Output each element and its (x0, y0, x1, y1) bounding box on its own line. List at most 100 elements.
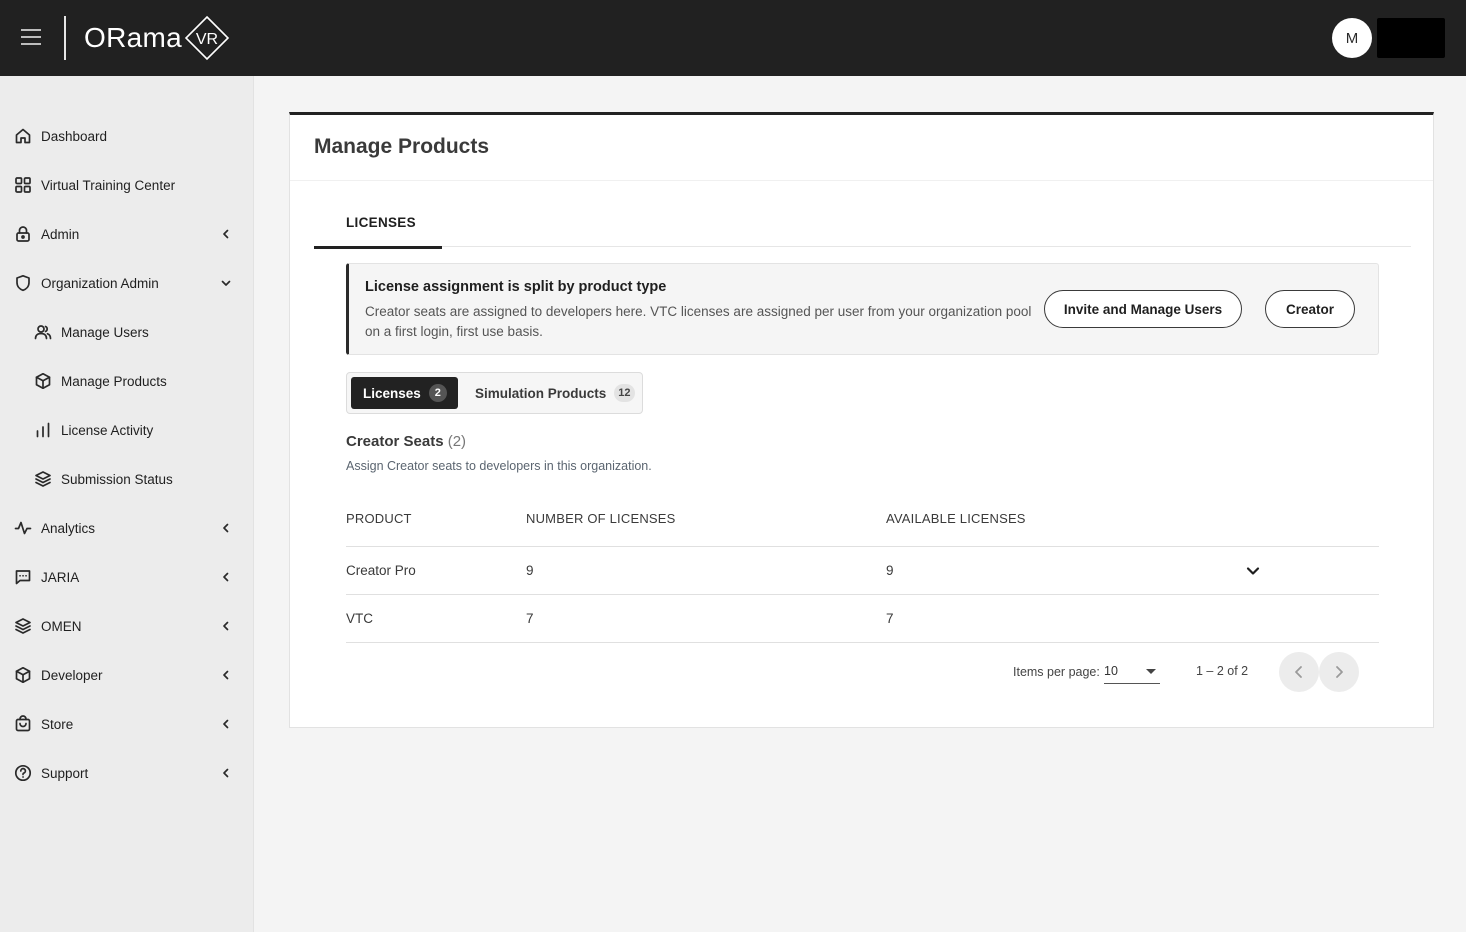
sidebar-item-label: Admin (41, 226, 80, 242)
layers-icon (15, 618, 31, 634)
sidebar-item-virtual-training-center[interactable]: Virtual Training Center (0, 165, 254, 205)
page-title: Manage Products (314, 135, 490, 158)
sidebar-item-support[interactable]: Support (0, 753, 254, 793)
logo-mark-text: VR (196, 31, 218, 48)
sidebar-item-manage-products[interactable]: Manage Products (0, 361, 254, 401)
chevron-left-icon (223, 670, 229, 680)
sidebar-item-admin[interactable]: Admin (0, 214, 254, 254)
cube-icon (15, 666, 31, 684)
orama-logo[interactable]: ORama VR (84, 14, 230, 62)
section-subtitle: Assign Creator seats to developers in th… (346, 459, 652, 473)
activity-icon (14, 521, 32, 535)
chevron-right-icon (1336, 666, 1343, 678)
items-per-page-value: 10 (1104, 664, 1118, 678)
product-cell: Creator Pro (346, 563, 416, 578)
segment-simulation-products[interactable]: Simulation Products 12 (463, 377, 639, 409)
chevron-left-icon (223, 621, 229, 631)
section-count: (2) (447, 433, 467, 450)
home-icon (15, 128, 31, 144)
sidebar-item-label: Store (41, 716, 74, 732)
notice-title: License assignment is split by product t… (365, 279, 667, 295)
sidebar-item-store[interactable]: Store (0, 704, 254, 744)
column-header-product: PRODUCT (346, 511, 412, 526)
chevron-left-icon (223, 229, 229, 239)
count-badge: 12 (614, 384, 635, 402)
page-range-label: 1 – 2 of 2 (1196, 664, 1249, 678)
sidebar-item-omen[interactable]: OMEN (0, 606, 254, 646)
shield-icon (16, 274, 30, 292)
user-menu-redacted[interactable] (1377, 18, 1445, 58)
active-tab-indicator (314, 246, 442, 249)
sidebar-item-submission-status[interactable]: Submission Status (0, 459, 254, 499)
table-row[interactable]: VTC 7 7 (346, 595, 1379, 643)
chevron-left-icon (223, 523, 229, 533)
sidebar-item-dashboard[interactable]: Dashboard (0, 116, 254, 156)
sidebar-item-label: OMEN (41, 618, 82, 634)
grid-icon (15, 177, 31, 193)
sidebar-item-label: Support (41, 765, 89, 781)
sidebar-item-manage-users[interactable]: Manage Users (0, 312, 254, 352)
items-per-page-label: Items per page: (1013, 665, 1100, 679)
column-header-number-of-licenses: NUMBER OF LICENSES (526, 511, 676, 526)
sidebar: Dashboard Virtual Training Center Admin … (0, 76, 254, 932)
chevron-left-icon (223, 719, 229, 729)
user-avatar[interactable]: M (1332, 18, 1372, 58)
sidebar-item-label: Manage Users (61, 324, 149, 340)
logo-diamond-mark: VR (184, 15, 230, 61)
sidebar-item-label: Submission Status (61, 471, 173, 487)
section-title-text: Creator Seats (346, 433, 444, 450)
available-licenses-cell: 7 (886, 611, 894, 626)
sidebar-item-label: Manage Products (61, 373, 167, 389)
top-app-bar: ORama VR M (0, 0, 1466, 76)
sidebar-item-label: Virtual Training Center (41, 177, 176, 193)
sidebar-item-license-activity[interactable]: License Activity (0, 410, 254, 450)
sidebar-item-label: Organization Admin (41, 275, 159, 291)
segment-licenses[interactable]: Licenses 2 (351, 377, 458, 409)
available-licenses-cell: 9 (886, 563, 894, 578)
paginator: Items per page: 10 1 – 2 of 2 (990, 651, 1410, 693)
items-per-page-select[interactable]: 10 (1104, 660, 1160, 684)
sidebar-item-label: Dashboard (41, 128, 108, 144)
next-page-button[interactable] (1319, 652, 1359, 692)
tab-licenses[interactable]: LICENSES (314, 209, 442, 249)
invite-and-manage-users-button[interactable]: Invite and Manage Users (1044, 290, 1242, 328)
message-icon (15, 570, 31, 585)
previous-page-button[interactable] (1279, 652, 1319, 692)
table-row[interactable]: Creator Pro 9 9 (346, 547, 1379, 595)
number-of-licenses-cell: 9 (526, 563, 534, 578)
sidebar-item-label: License Activity (61, 422, 154, 438)
sidebar-item-analytics[interactable]: Analytics (0, 508, 254, 548)
manage-products-card: Manage Products LICENSES License assignm… (289, 112, 1434, 728)
sidebar-item-label: Developer (41, 667, 103, 683)
menu-icon[interactable] (18, 26, 44, 48)
chevron-left-icon (223, 768, 229, 778)
header-divider (64, 16, 66, 60)
sidebar-item-label: Analytics (41, 520, 96, 536)
bar-chart-icon (36, 422, 50, 438)
lock-icon (16, 226, 30, 242)
number-of-licenses-cell: 7 (526, 611, 534, 626)
chevron-left-icon (1295, 666, 1302, 678)
segment-label: Simulation Products (475, 385, 607, 401)
layers-icon (35, 471, 51, 487)
title-divider (290, 180, 1433, 181)
sidebar-item-label: JARIA (41, 569, 80, 585)
sidebar-item-developer[interactable]: Developer (0, 655, 254, 695)
sidebar-item-jaria[interactable]: JARIA (0, 557, 254, 597)
column-header-available-licenses: AVAILABLE LICENSES (886, 511, 1026, 526)
sidebar-item-organization-admin[interactable]: Organization Admin (0, 263, 254, 303)
dropdown-arrow-icon (1146, 669, 1156, 674)
expand-row-chevron-icon[interactable] (1243, 561, 1263, 581)
bag-icon (15, 715, 31, 732)
chevron-down-icon (221, 280, 231, 286)
segment-label: Licenses (363, 385, 421, 401)
tab-label: LICENSES (346, 215, 416, 230)
count-badge: 2 (428, 384, 447, 402)
creator-button[interactable]: Creator (1265, 290, 1355, 328)
users-icon (34, 325, 52, 340)
license-type-toggle: Licenses 2 Simulation Products 12 (346, 372, 643, 414)
avatar-initial: M (1345, 29, 1359, 47)
tab-bar: LICENSES (314, 209, 1411, 249)
help-icon (14, 764, 32, 782)
license-info-notice: License assignment is split by product t… (346, 263, 1379, 355)
